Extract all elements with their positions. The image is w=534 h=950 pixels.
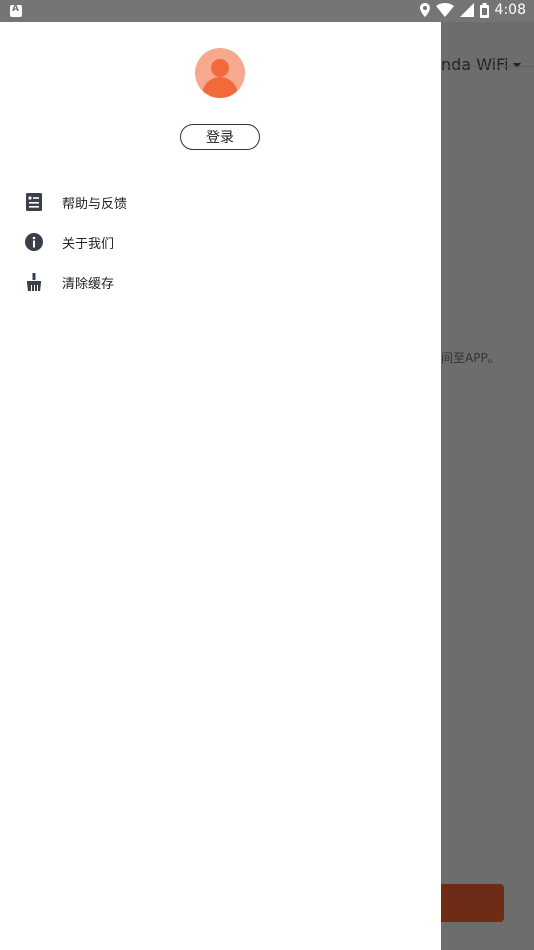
drawer-menu: 帮助与反馈 关于我们 清除缓存 bbox=[0, 182, 441, 302]
login-button[interactable]: 登录 bbox=[180, 124, 260, 150]
menu-item-help-feedback[interactable]: 帮助与反馈 bbox=[0, 182, 441, 222]
menu-item-label: 帮助与反馈 bbox=[62, 197, 128, 212]
wifi-icon bbox=[435, 3, 454, 17]
navigation-drawer: 登录 帮助与反馈 关于我们 清除缓存 bbox=[0, 22, 441, 950]
bg-instruction-text: 间至APP。 bbox=[441, 351, 500, 365]
bg-divider bbox=[441, 66, 534, 67]
info-icon bbox=[25, 233, 43, 251]
menu-item-label: 清除缓存 bbox=[62, 277, 115, 292]
bg-wifi-title: nda WiFi bbox=[441, 55, 509, 74]
bg-action-button[interactable] bbox=[441, 884, 504, 922]
bg-wifi-selector[interactable]: nda WiFi bbox=[441, 55, 534, 79]
battery-icon bbox=[479, 2, 489, 18]
menu-item-about-us[interactable]: 关于我们 bbox=[0, 222, 441, 262]
broom-icon bbox=[27, 273, 41, 291]
status-icons: 4:08 bbox=[419, 2, 526, 18]
app-a-icon: A bbox=[10, 4, 22, 17]
signal-icon bbox=[459, 3, 474, 17]
location-icon bbox=[419, 3, 430, 17]
menu-item-label: 关于我们 bbox=[62, 237, 115, 252]
status-bar: A 4:08 bbox=[0, 0, 534, 22]
avatar-body bbox=[202, 77, 238, 98]
menu-item-clear-cache[interactable]: 清除缓存 bbox=[0, 262, 441, 302]
avatar-head bbox=[211, 59, 229, 77]
status-time: 4:08 bbox=[494, 2, 526, 18]
avatar[interactable] bbox=[195, 48, 245, 98]
help-feedback-icon bbox=[26, 193, 42, 211]
